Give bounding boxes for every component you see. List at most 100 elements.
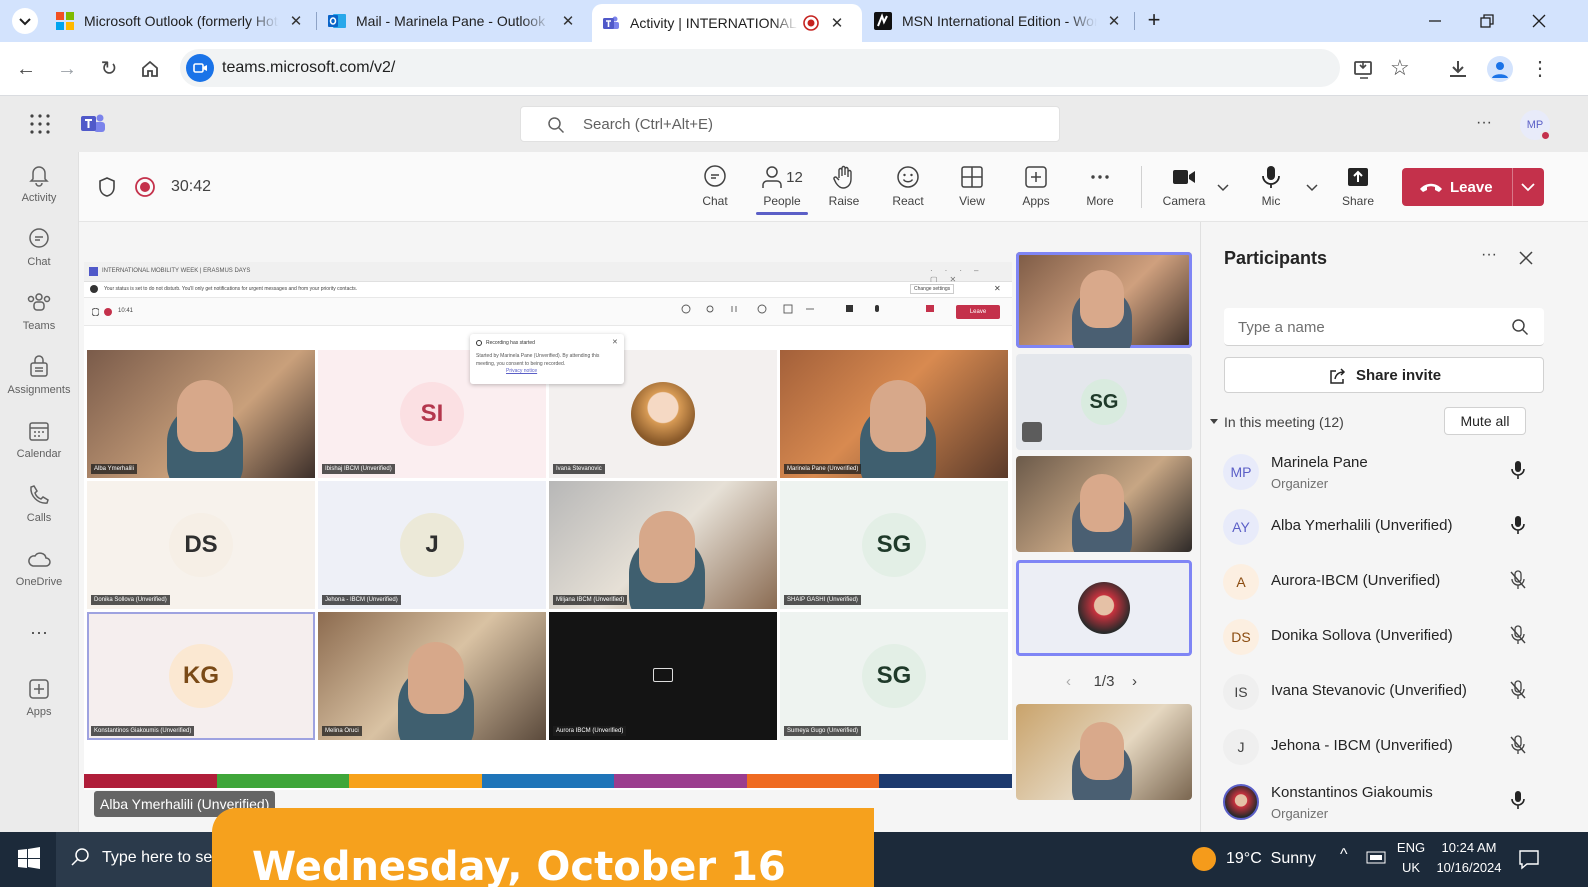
address-bar[interactable]: teams.microsoft.com/v2/: [180, 49, 1340, 87]
participant-row[interactable]: DS Donika Sollova (Unverified): [1223, 611, 1553, 663]
camera-button[interactable]: Camera: [1156, 164, 1212, 208]
downloads-icon[interactable]: [1446, 57, 1470, 81]
rail-item-activity[interactable]: Activity: [0, 162, 78, 204]
teams-more-button[interactable]: ···: [1476, 114, 1492, 132]
people-count: 12: [786, 168, 803, 186]
participant-row[interactable]: Konstantinos Giakoumis Organizer: [1223, 776, 1553, 828]
tab-label: MSN International Edition - World: [902, 13, 1097, 29]
rail-item-apps[interactable]: Apps: [0, 676, 78, 718]
clock[interactable]: 10:24 AM 10/16/2024: [1432, 838, 1506, 882]
browser-tab[interactable]: Mail - Marinela Pane - Outlook ✕: [328, 6, 583, 36]
panel-more-icon[interactable]: ···: [1481, 246, 1497, 264]
share-screen-icon: [1348, 168, 1368, 186]
tile-name-label: Sumeya Gugo (Unverified): [784, 726, 862, 736]
rail-item-calendar[interactable]: Calendar: [0, 418, 78, 460]
chevron-up-icon[interactable]: ^: [1340, 846, 1348, 864]
rail-item-onedrive[interactable]: OneDrive: [0, 546, 78, 588]
grid-view-icon: [961, 166, 983, 188]
participant-row[interactable]: MP Marinela Pane Organizer: [1223, 446, 1553, 498]
participant-row[interactable]: A Aurora-IBCM (Unverified): [1223, 556, 1553, 608]
new-tab-button[interactable]: +: [1142, 8, 1166, 32]
strip-video-tile[interactable]: [1016, 560, 1192, 656]
people-button[interactable]: 12 People: [752, 164, 812, 215]
microphone-icon[interactable]: [1508, 460, 1528, 480]
video-camera-icon: [1173, 170, 1195, 184]
react-button[interactable]: React: [880, 164, 936, 208]
mute-all-button[interactable]: Mute all: [1444, 407, 1526, 435]
chrome-menu-icon[interactable]: ⋮: [1530, 56, 1550, 82]
active-tab-indicator: [756, 212, 808, 215]
participant-avatar: SG: [862, 513, 926, 577]
microphone-icon[interactable]: [1508, 790, 1528, 810]
outlook-icon: [328, 14, 346, 28]
rail-item-teams[interactable]: Teams: [0, 290, 78, 332]
section-toggle[interactable]: In this meeting (12): [1209, 411, 1449, 433]
strip-video-tile[interactable]: [1016, 252, 1192, 348]
search-input[interactable]: Search (Ctrl+Alt+E): [520, 106, 1060, 142]
microphone-off-icon[interactable]: [1508, 625, 1528, 645]
notification-icon[interactable]: [1518, 848, 1540, 870]
close-icon[interactable]: [1517, 249, 1535, 267]
rail-item-assignments[interactable]: Assignments: [0, 354, 78, 396]
participant-search-input[interactable]: Type a name: [1224, 308, 1544, 346]
leave-button[interactable]: Leave: [1402, 168, 1544, 206]
rail-more-button[interactable]: ···: [0, 622, 78, 643]
raise-hand-button[interactable]: Raise: [816, 164, 872, 208]
chevron-right-icon[interactable]: ›: [1132, 670, 1137, 694]
profile-avatar[interactable]: [1487, 56, 1513, 82]
strip-video-tile[interactable]: SG: [1016, 354, 1192, 450]
chevron-left-icon[interactable]: ‹: [1066, 670, 1071, 694]
back-button[interactable]: ←: [14, 57, 38, 81]
forward-button[interactable]: →: [55, 57, 79, 81]
microphone-off-icon[interactable]: [1508, 570, 1528, 590]
my-avatar[interactable]: MP: [1520, 110, 1551, 141]
mic-button[interactable]: Mic: [1243, 164, 1299, 208]
weather-widget[interactable]: 19°C Sunny: [1190, 842, 1340, 876]
rail-item-calls[interactable]: Calls: [0, 482, 78, 524]
view-button[interactable]: View: [944, 164, 1000, 208]
close-icon[interactable]: ✕: [287, 12, 305, 30]
microphone-off-icon[interactable]: [1508, 735, 1528, 755]
tab-search-button[interactable]: [12, 8, 38, 34]
gallery-tile: SG SHAIP GASHI (Unverified): [780, 481, 1008, 609]
browser-tab-active[interactable]: Activity | INTERNATIONAL MOBILITY ✕: [592, 4, 862, 42]
windows-start-icon[interactable]: [18, 847, 40, 869]
reload-button[interactable]: ↻: [97, 57, 121, 81]
chevron-down-icon[interactable]: [1520, 180, 1536, 194]
chevron-down-icon[interactable]: [1216, 180, 1230, 194]
shield-icon[interactable]: [97, 176, 117, 198]
browser-tab[interactable]: Microsoft Outlook (formerly Hotmail) ✕: [54, 6, 309, 36]
search-placeholder: Search (Ctrl+Alt+E): [583, 116, 714, 133]
restore-button[interactable]: [1476, 10, 1498, 32]
arrow-left-icon: ←: [16, 58, 36, 80]
participant-row[interactable]: IS Ivana Stevanovic (Unverified): [1223, 666, 1553, 718]
leave-button-label: Leave: [1450, 179, 1493, 196]
close-icon[interactable]: ✕: [1105, 12, 1123, 30]
browser-tab[interactable]: MSN International Edition - World ✕: [874, 6, 1129, 36]
close-icon[interactable]: ✕: [828, 14, 846, 32]
microphone-off-icon[interactable]: [1508, 680, 1528, 700]
share-button[interactable]: Share: [1330, 164, 1386, 208]
meeting-chat-button[interactable]: Chat: [687, 164, 743, 208]
install-app-icon[interactable]: [1352, 57, 1376, 81]
site-info-icon[interactable]: [186, 54, 214, 82]
network-icon[interactable]: [1366, 850, 1386, 866]
minimize-button[interactable]: [1424, 10, 1446, 32]
microphone-icon[interactable]: [1508, 515, 1528, 535]
language-indicator[interactable]: ENG UK: [1394, 838, 1428, 882]
strip-video-tile[interactable]: [1016, 456, 1192, 552]
taskbar-search[interactable]: Type here to search: [56, 832, 243, 887]
close-icon[interactable]: ✕: [559, 12, 577, 30]
participant-row[interactable]: AY Alba Ymerhalili (Unverified): [1223, 501, 1553, 553]
bookmark-star-icon[interactable]: ☆: [1390, 56, 1414, 80]
strip-video-tile[interactable]: [1016, 704, 1192, 800]
participant-row[interactable]: J Jehona - IBCM (Unverified): [1223, 721, 1553, 773]
close-window-button[interactable]: [1528, 10, 1550, 32]
apps-button[interactable]: Apps: [1008, 164, 1064, 208]
rail-item-chat[interactable]: Chat: [0, 226, 78, 268]
more-button[interactable]: More: [1072, 164, 1128, 208]
home-button[interactable]: [138, 57, 162, 81]
share-invite-button[interactable]: Share invite: [1224, 357, 1544, 393]
chevron-down-icon[interactable]: [1305, 180, 1319, 194]
app-launcher-icon[interactable]: [28, 112, 52, 136]
